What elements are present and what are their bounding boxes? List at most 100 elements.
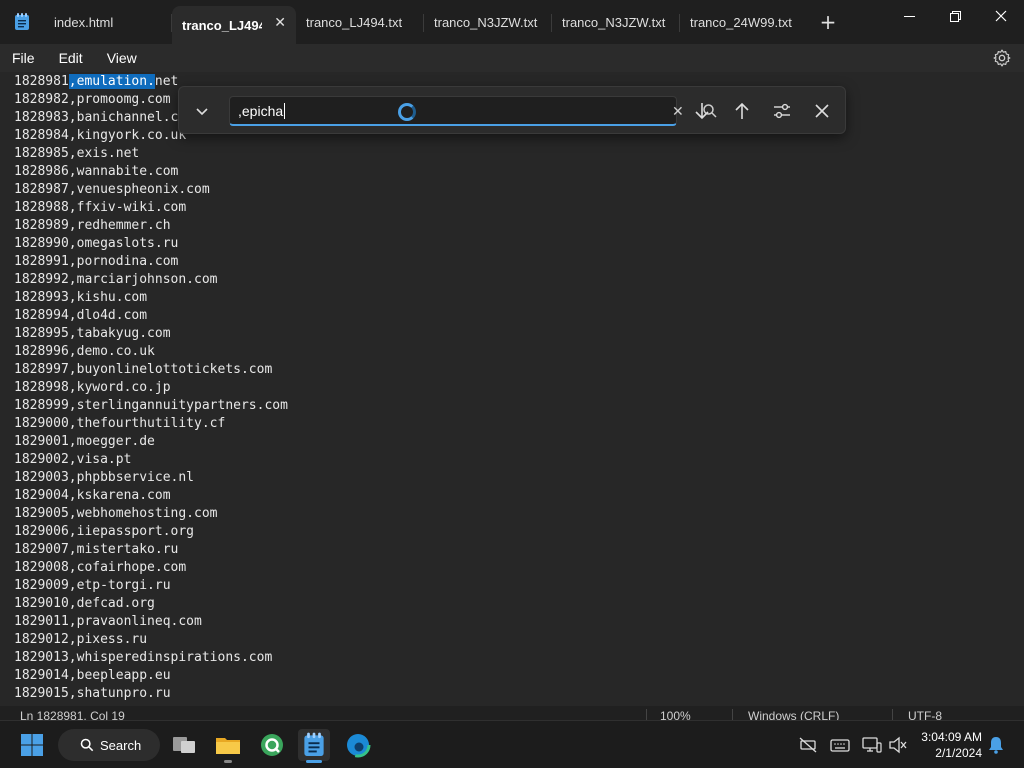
minimize-button[interactable]	[886, 0, 932, 32]
editor-line: 1828998,kyword.co.jp	[14, 380, 171, 395]
text-caret	[284, 102, 286, 119]
notepad-taskbar-button[interactable]	[298, 729, 330, 763]
editor-line: 1828984,kingyork.co.uk	[14, 128, 187, 143]
folder-icon	[216, 738, 240, 754]
running-indicator	[306, 760, 322, 763]
editor-line: 1829000,thefourthutility.cf	[14, 416, 226, 431]
search-label: Search	[100, 737, 142, 753]
app-q-button[interactable]	[256, 729, 288, 761]
close-window-button[interactable]	[978, 0, 1024, 32]
tab-tranco-lj494-active[interactable]: tranco_LJ494.txt ✕	[172, 6, 296, 44]
find-previous-arrow-up-icon[interactable]	[731, 100, 753, 122]
notification-bell-icon[interactable]	[986, 735, 1006, 755]
editor-line: 1828981,emulation.net	[14, 73, 178, 91]
editor-line: 1829012,pixess.ru	[14, 632, 148, 647]
editor-line: 1829003,phpbbservice.nl	[14, 470, 195, 485]
editor-line: 1828996,demo.co.uk	[14, 344, 155, 359]
close-icon	[995, 10, 1007, 22]
editor-line: 1829008,cofairhope.com	[14, 560, 187, 575]
tab-tranco-n3jzw[interactable]: tranco_N3JZW.txt	[424, 0, 552, 44]
find-bar: ,epicha ✕	[178, 86, 846, 134]
edge-icon	[345, 732, 371, 758]
volume-muted-icon[interactable]	[888, 735, 908, 755]
network-off-icon[interactable]	[798, 735, 818, 755]
keyboard-icon[interactable]	[830, 735, 850, 755]
tab-label: tranco_N3JZW.txt	[434, 14, 538, 30]
editor-line: 1828988,ffxiv-wiki.com	[14, 200, 187, 215]
taskbar: Search 3:04:09 AM 2/1/2024	[0, 720, 1024, 768]
window-controls	[886, 0, 1024, 32]
clock-time: 3:04:09 AM	[921, 730, 982, 744]
menu-edit[interactable]: Edit	[47, 50, 95, 66]
find-input[interactable]: ,epicha ✕	[229, 96, 717, 126]
editor-line: 1829015,shatunpro.ru	[14, 686, 171, 701]
tab-label: index.html	[54, 14, 114, 30]
file-explorer-button[interactable]	[212, 729, 244, 763]
editor-line: 1829013,whisperedinspirations.com	[14, 650, 273, 665]
task-view-icon	[173, 737, 195, 753]
editor-line: 1829014,beepleapp.eu	[14, 668, 171, 683]
tab-tranco-24w99[interactable]: tranco_24W99.txt	[680, 0, 808, 44]
new-tab-button[interactable]: +	[808, 0, 848, 44]
editor-line: 1829010,defcad.org	[14, 596, 155, 611]
menu-file[interactable]: File	[0, 50, 47, 66]
search-icon	[80, 738, 94, 752]
editor-line: 1829001,moegger.de	[14, 434, 155, 449]
title-bar: index.html tranco_LJ494.txt ✕ tranco_LJ49…	[0, 0, 1024, 44]
editor-line: 1829005,webhomehosting.com	[14, 506, 218, 521]
task-view-button[interactable]	[168, 729, 200, 761]
editor-line: 1829004,kskarena.com	[14, 488, 171, 503]
editor-line: 1829007,mistertako.ru	[14, 542, 179, 557]
clock-date: 2/1/2024	[935, 746, 982, 760]
tab-label: tranco_24W99.txt	[690, 14, 792, 30]
display-icon[interactable]	[862, 735, 882, 755]
system-clock[interactable]: 3:04:09 AM 2/1/2024	[921, 729, 982, 761]
tab-label: tranco_LJ494.txt	[182, 17, 262, 33]
restore-button[interactable]	[932, 0, 978, 32]
editor-line: 1828993,kishu.com	[14, 290, 148, 305]
loading-spinner-icon	[398, 103, 416, 121]
tab-tranco-n3jzw-2[interactable]: tranco_N3JZW.txt	[552, 0, 680, 44]
editor-line: 1829009,etp-torgi.ru	[14, 578, 171, 593]
minimize-icon	[903, 15, 915, 17]
editor-line: 1828990,omegaslots.ru	[14, 236, 179, 251]
notepad-app-icon	[0, 0, 44, 44]
search-match-highlight: ,emulation.	[68, 74, 155, 89]
menu-view[interactable]: View	[95, 50, 149, 66]
editor-line: 1828999,sterlingannuitypartners.com	[14, 398, 288, 413]
line-number-text: 1828981	[14, 74, 69, 89]
start-button[interactable]	[16, 729, 48, 761]
notepad-icon	[304, 732, 324, 756]
settings-gear-icon[interactable]	[992, 48, 1012, 68]
running-indicator	[224, 760, 232, 763]
restore-icon	[949, 10, 961, 22]
expand-replace-chevron-icon[interactable]	[191, 100, 213, 122]
tab-tranco-lj494[interactable]: tranco_LJ494.txt	[296, 0, 424, 44]
edge-browser-button[interactable]	[342, 729, 374, 761]
editor-line: 1828991,pornodina.com	[14, 254, 179, 269]
editor-line: 1829002,visa.pt	[14, 452, 132, 467]
find-next-arrow-down-icon[interactable]	[691, 100, 713, 122]
editor-line: 1829011,pravaonlineq.com	[14, 614, 202, 629]
editor-line: 1828987,venuespheonix.com	[14, 182, 210, 197]
editor-line: 1828986,wannabite.com	[14, 164, 179, 179]
find-options-sliders-icon[interactable]	[771, 100, 793, 122]
taskbar-search-box[interactable]: Search	[58, 729, 160, 761]
tab-index-html[interactable]: index.html	[44, 0, 172, 44]
editor-line: 1828985,exis.net	[14, 146, 140, 161]
clear-search-icon[interactable]: ✕	[672, 103, 684, 120]
editor-line: 1828982,promoomg.com	[14, 92, 171, 107]
windows-logo-icon	[21, 734, 43, 756]
line-rest-text: net	[154, 74, 179, 89]
close-tab-icon[interactable]: ✕	[274, 14, 286, 31]
editor-line: 1829006,iiepassport.org	[14, 524, 195, 539]
app-q-icon	[261, 734, 283, 756]
text-editor[interactable]: 1828981,emulation.net 1828982,promoomg.c…	[0, 72, 1024, 706]
close-find-icon[interactable]	[811, 100, 833, 122]
tab-label: tranco_LJ494.txt	[306, 14, 403, 30]
editor-line: 1828989,redhemmer.ch	[14, 218, 171, 233]
editor-line: 1828992,marciarjohnson.com	[14, 272, 218, 287]
editor-line: 1828994,dlo4d.com	[14, 308, 148, 323]
editor-line: 1828997,buyonlinelottotickets.com	[14, 362, 273, 377]
menu-bar: File Edit View	[0, 44, 1024, 72]
